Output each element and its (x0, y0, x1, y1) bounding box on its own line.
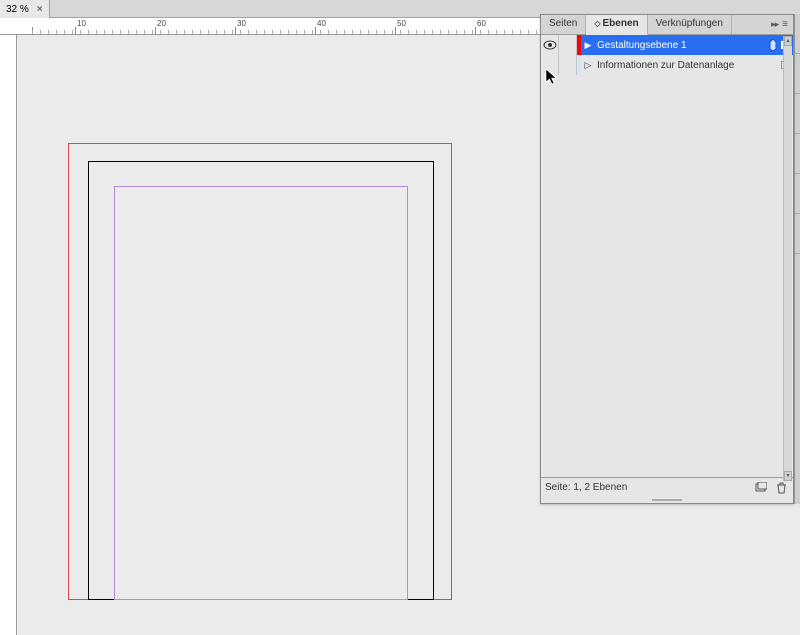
panel-menu-button[interactable]: ▸▸ ≡ (765, 15, 793, 34)
tab-pages[interactable]: Seiten (541, 15, 586, 34)
scroll-down-button[interactable]: ▾ (784, 471, 792, 481)
scroll-down-icon: ▾ (786, 473, 789, 479)
visibility-toggle[interactable] (541, 35, 559, 55)
panel-flyout-menu-icon: ≡ (782, 19, 787, 30)
layers-panel: Seiten ◇Ebenen Verknüpfungen ▸▸ ≡ ▶Gesta… (540, 14, 794, 504)
pen-icon (768, 39, 778, 51)
tab-layers-label: Ebenen (603, 18, 639, 29)
lock-toggle[interactable] (559, 35, 577, 55)
dock-slot[interactable] (795, 134, 800, 174)
close-tab-icon[interactable]: × (37, 4, 43, 15)
panel-resize-grip[interactable] (541, 497, 793, 503)
dock-slot[interactable] (795, 174, 800, 214)
dirty-diamond-icon: ◇ (594, 19, 600, 28)
panel-scrollbar[interactable]: ▴ ▾ (783, 36, 792, 481)
page-margin-frame (114, 186, 408, 600)
visibility-toggle[interactable] (541, 55, 559, 75)
dock-slot[interactable] (795, 54, 800, 94)
tab-links-label: Verknüpfungen (656, 18, 723, 29)
layer-name-label[interactable]: Gestaltungsebene 1 (595, 40, 765, 51)
layer-count-label: Seite: 1, 2 Ebenen (545, 482, 627, 493)
disclosure-triangle-icon[interactable]: ▷ (581, 60, 595, 71)
zoom-level-label: 32 % (6, 4, 29, 15)
dock-slot[interactable] (795, 214, 800, 254)
document-tab[interactable]: 32 % × (0, 0, 50, 18)
dock-slot[interactable] (795, 14, 800, 54)
panel-footer: Seite: 1, 2 Ebenen (541, 477, 793, 497)
right-dock[interactable] (794, 14, 800, 504)
tab-layers[interactable]: ◇Ebenen (586, 15, 647, 35)
new-layer-button[interactable] (753, 481, 769, 495)
scroll-up-icon: ▴ (786, 38, 789, 44)
scroll-up-button[interactable]: ▴ (784, 36, 792, 46)
panel-tab-strip: Seiten ◇Ebenen Verknüpfungen ▸▸ ≡ (541, 15, 793, 35)
layer-row[interactable]: ▶Gestaltungsebene 1 (541, 35, 793, 55)
vertical-ruler[interactable] (0, 35, 17, 635)
layer-name-label[interactable]: Informationen zur Datenanlage (595, 60, 765, 71)
tab-pages-label: Seiten (549, 18, 577, 29)
collapse-panel-icon: ▸▸ (771, 19, 778, 30)
dock-slot[interactable] (795, 94, 800, 134)
delete-layer-button[interactable] (773, 481, 789, 495)
disclosure-triangle-icon[interactable]: ▶ (581, 40, 595, 51)
layer-list: ▶Gestaltungsebene 1▷Informationen zur Da… (541, 35, 793, 477)
lock-toggle[interactable] (559, 55, 577, 75)
tab-links[interactable]: Verknüpfungen (648, 15, 732, 34)
layer-row[interactable]: ▷Informationen zur Datenanlage (541, 55, 793, 75)
